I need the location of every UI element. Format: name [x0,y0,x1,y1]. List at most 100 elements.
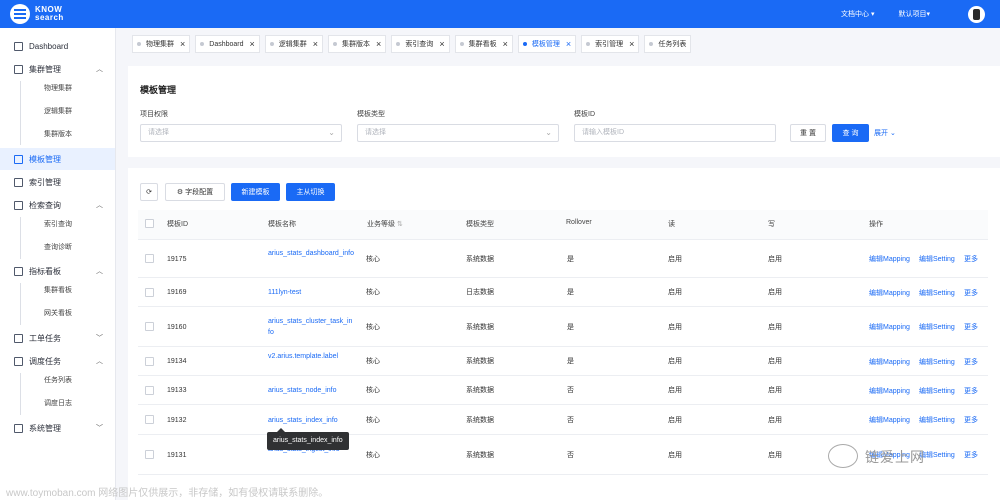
tab-cluster-board[interactable]: 集群看板 × [454,35,513,53]
edit-mapping-link[interactable]: 编辑Mapping [869,415,910,425]
edit-setting-link[interactable]: 编辑Setting [919,386,955,396]
cell-read: 启用 [668,358,682,365]
more-link[interactable]: 更多 [964,254,978,264]
col-template-name: 模板名称 [268,221,296,228]
more-link[interactable]: 更多 [964,288,978,298]
project-selector[interactable]: 默认项目▾ [898,9,930,19]
docs-center-link[interactable]: 文档中心 ▾ [841,9,874,19]
row-checkbox[interactable] [145,356,154,366]
edit-setting-link[interactable]: 编辑Setting [919,322,955,332]
tab-logical-cluster[interactable]: 逻辑集群 × [264,35,324,53]
row-checkbox[interactable] [145,254,154,263]
edit-setting-link[interactable]: 编辑Setting [919,254,955,264]
edit-setting-link[interactable]: 编辑Setting [919,357,955,367]
chevron-up-icon: ︿ [96,66,103,73]
close-icon[interactable]: × [376,39,381,49]
cell-template-name[interactable]: arius_stats_index_info [268,415,354,426]
template-id-input[interactable]: 请输入模板ID [574,124,776,142]
close-icon[interactable]: × [250,39,255,49]
sidebar-sub-cluster-version[interactable]: 集群版本 [44,128,72,142]
edit-mapping-link[interactable]: 编辑Mapping [869,322,910,332]
sidebar-item-search[interactable]: 检索查询 ︿ [0,194,115,216]
select-all-checkbox[interactable] [145,219,154,228]
sidebar-item-template[interactable]: 模板管理 [0,148,115,170]
edit-mapping-link[interactable]: 编辑Mapping [869,254,910,264]
avatar[interactable] [968,5,985,23]
sidebar-item-index[interactable]: 索引管理 [0,171,115,193]
row-checkbox[interactable] [145,385,154,395]
cell-template-name[interactable]: v2.arius.template.label [268,351,354,362]
close-icon[interactable]: × [313,39,318,49]
sidebar-sub-logical-cluster[interactable]: 逻辑集群 [44,105,72,119]
tab-task-list[interactable]: 任务列表 [644,35,692,53]
row-checkbox[interactable] [145,415,154,424]
more-link[interactable]: 更多 [964,322,978,332]
cell-template-name[interactable]: arius_stats_dashboard_info [268,248,354,259]
edit-mapping-link[interactable]: 编辑Mapping [869,386,910,396]
row-checkbox[interactable] [145,287,154,297]
sidebar-sub-gateway-board[interactable]: 网关看板 [44,307,72,321]
tab-physical-cluster[interactable]: 物理集群 × [132,35,191,53]
table-row [138,435,988,475]
chevron-down-icon: ⌄ [545,128,552,137]
sidebar-sub-physical-cluster[interactable]: 物理集群 [44,82,72,96]
master-switch-button[interactable]: 主从切换 [286,183,335,201]
sidebar-item-dashboard[interactable]: Dashboard [0,35,115,57]
tab-cluster-version[interactable]: 集群版本 × [328,35,387,53]
template-type-select[interactable]: 请选择 ⌄ [357,124,559,142]
more-link[interactable]: 更多 [964,450,978,460]
close-icon[interactable]: × [566,39,571,49]
edit-mapping-link[interactable]: 编辑Mapping [869,357,910,367]
close-icon[interactable]: × [439,39,444,49]
edit-setting-link[interactable]: 编辑Setting [919,415,955,425]
refresh-button[interactable]: ⟳ [140,183,158,201]
reset-button[interactable]: 重 置 [790,124,826,142]
more-link[interactable]: 更多 [964,357,978,367]
sidebar-sub-task-list[interactable]: 任务列表 [44,374,72,388]
close-icon[interactable]: × [503,39,508,49]
project-select[interactable]: 请选择 ⌄ [140,124,342,142]
sidebar-item-schedule[interactable]: 调度任务 ︿ [0,350,115,372]
sidebar-item-metrics[interactable]: 指标看板 ︿ [0,260,115,282]
page-tabs: 物理集群 × Dashboard × 逻辑集群 × 集群版本 × 索引查询 × 集群看板 ×… [132,33,692,55]
query-button[interactable]: 查 询 [832,124,869,142]
row-checkbox[interactable] [145,322,154,331]
close-icon[interactable]: × [180,39,185,49]
refresh-icon: ⟳ [146,189,152,196]
edit-setting-link[interactable]: 编辑Setting [919,288,955,298]
sidebar-sub-index-query[interactable]: 索引查询 [44,218,72,232]
cell-type: 日志数据 [466,289,494,296]
tab-dashboard[interactable]: Dashboard × [195,35,260,53]
cell-rollover: 否 [567,387,574,394]
cell-read: 启用 [668,255,682,263]
new-template-button[interactable]: 新建模板 [231,183,280,201]
sidebar-sub-query-diagnosis[interactable]: 查询诊断 [44,241,72,255]
cell-template-name[interactable]: arius_stats_node_info [268,385,354,396]
more-link[interactable]: 更多 [964,415,978,425]
cell-template-id: 19160 [167,323,187,331]
tab-template-management[interactable]: 模板管理 × [517,35,577,53]
tab-index-query[interactable]: 索引查询 × [391,35,450,53]
cell-write: 启用 [768,416,782,424]
cell-read: 启用 [668,323,682,331]
tab-index-management[interactable]: 索引管理 × [581,35,640,53]
sidebar-sub-schedule-log[interactable]: 调度日志 [44,397,72,411]
expand-toggle[interactable]: 展开 ⌄ [874,128,896,138]
sidebar-item-workorder[interactable]: 工单任务 ﹀ [0,327,115,349]
sidebar-item-cluster[interactable]: 集群管理 ︿ [0,58,115,80]
edit-mapping-link[interactable]: 编辑Mapping [869,288,910,298]
sidebar-item-system[interactable]: 系统管理 ﹀ [0,417,115,439]
cell-level: 核心 [366,255,380,263]
search-icon [14,200,23,210]
cell-template-name[interactable]: arius_stats_cluster_task_info [268,316,354,338]
col-business-level[interactable]: 业务等级 ⇅ [367,219,403,229]
close-icon[interactable]: × [629,39,634,49]
logo[interactable]: KNOW search [10,4,64,24]
more-link[interactable]: 更多 [964,386,978,396]
field-config-button[interactable]: ⚙ 字段配置 [165,183,225,201]
row-checkbox[interactable] [145,450,154,459]
cell-rollover: 是 [567,323,574,331]
sidebar-sub-cluster-board[interactable]: 集群看板 [44,284,72,298]
sidebar: Dashboard 集群管理 ︿ 物理集群 逻辑集群 集群版本 模板管理 索引管理… [0,28,116,500]
cell-template-name[interactable]: 111lyn-test [268,287,354,298]
